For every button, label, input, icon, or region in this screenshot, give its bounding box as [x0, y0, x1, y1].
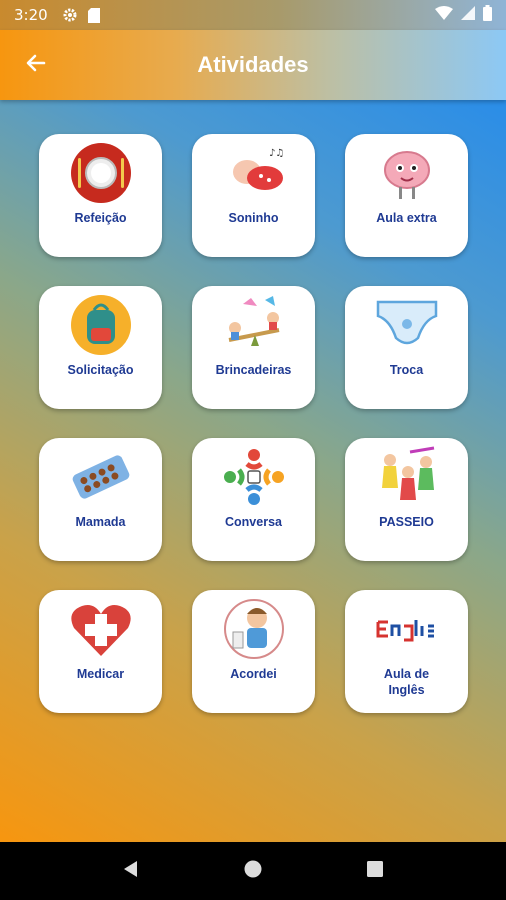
- tile-label: Mamada: [75, 515, 126, 529]
- arrow-left-icon: [24, 51, 48, 80]
- tile-solicitacao[interactable]: Solicitação: [39, 286, 162, 409]
- page-title: Atividades: [197, 52, 309, 77]
- circle-home-icon: [243, 859, 263, 884]
- tile-label: Aula extra: [376, 211, 437, 225]
- tile-label: PASSEIO: [379, 515, 434, 529]
- tile-label: Brincadeiras: [215, 363, 292, 377]
- activities-content: Refeição ♪♫ Soninho Aula extra Solicitaç…: [0, 100, 506, 842]
- tile-label: Acordei: [230, 667, 277, 681]
- system-nav-bar: [0, 842, 506, 900]
- signal-icon: [461, 6, 475, 24]
- activities-grid: Refeição ♪♫ Soninho Aula extra Solicitaç…: [39, 134, 468, 713]
- backpack-icon: [68, 294, 134, 356]
- nav-back-button[interactable]: [111, 851, 151, 891]
- battery-icon: [483, 5, 492, 25]
- tile-label: Troca: [389, 363, 424, 377]
- tile-aula-extra[interactable]: Aula extra: [345, 134, 468, 257]
- tile-label: Aula de Inglês: [383, 667, 430, 697]
- kids-seesaw-icon: [221, 294, 287, 356]
- triangle-back-icon: [121, 859, 141, 884]
- english-text-icon: [374, 598, 440, 660]
- plate-cutlery-icon: [68, 142, 134, 204]
- diaper-icon: [374, 294, 440, 356]
- brain-icon: [374, 142, 440, 204]
- kids-walking-icon: [374, 446, 440, 508]
- tile-medicar[interactable]: Medicar: [39, 590, 162, 713]
- medical-heart-icon: [68, 598, 134, 660]
- pill-strip-icon: [68, 446, 134, 508]
- nav-recents-button[interactable]: [355, 851, 395, 891]
- status-time: 3:20: [14, 6, 48, 24]
- tile-label: Medicar: [76, 667, 125, 681]
- sd-card-icon: [87, 7, 100, 23]
- tile-soninho[interactable]: ♪♫ Soninho: [192, 134, 315, 257]
- tile-label: Conversa: [225, 515, 282, 529]
- boy-waking-icon: [221, 598, 287, 660]
- back-button[interactable]: [6, 35, 66, 95]
- square-recents-icon: [366, 860, 384, 883]
- tile-conversa[interactable]: Conversa: [192, 438, 315, 561]
- tile-label: Solicitação: [67, 363, 134, 377]
- app-bar: Atividades: [0, 30, 506, 100]
- nav-home-button[interactable]: [233, 851, 273, 891]
- settings-icon: [62, 7, 78, 23]
- tile-mamada[interactable]: Mamada: [39, 438, 162, 561]
- tile-refeicao[interactable]: Refeição: [39, 134, 162, 257]
- people-circle-icon: [221, 446, 287, 508]
- tile-label: Refeição: [74, 211, 127, 225]
- tile-brincadeiras[interactable]: Brincadeiras: [192, 286, 315, 409]
- wifi-icon: [435, 6, 453, 24]
- svg-text:♪♫: ♪♫: [269, 148, 284, 159]
- tile-acordei[interactable]: Acordei: [192, 590, 315, 713]
- tile-passeio[interactable]: PASSEIO: [345, 438, 468, 561]
- sleeping-baby-icon: ♪♫: [221, 142, 287, 204]
- tile-label: Soninho: [228, 211, 279, 225]
- tile-aula-de-ingles[interactable]: Aula de Inglês: [345, 590, 468, 713]
- status-bar: 3:20: [0, 0, 506, 30]
- tile-troca[interactable]: Troca: [345, 286, 468, 409]
